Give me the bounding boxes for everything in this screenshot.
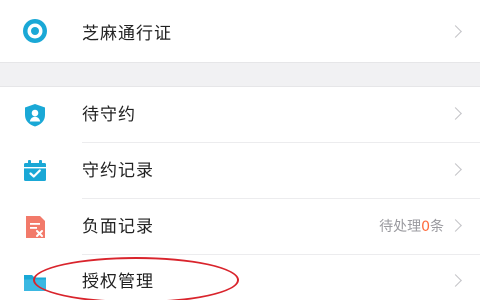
chevron-right-icon — [449, 107, 462, 120]
chevron-right-icon — [449, 163, 462, 176]
row-promise-records[interactable]: 守约记录 — [0, 143, 480, 199]
row-zhima-pass[interactable]: 芝麻通行证 — [0, 3, 480, 59]
pending-prefix: 待处理 — [379, 219, 422, 235]
shield-user-icon — [22, 102, 48, 128]
top-group: 芝麻通行证 — [0, 0, 480, 63]
row-negative-records[interactable]: 负面记录 待处理0条 — [0, 199, 480, 255]
row-pending-promise[interactable]: 待守约 — [0, 87, 480, 143]
row-label: 守约记录 — [82, 161, 154, 181]
pending-suffix: 条 — [430, 219, 444, 235]
pending-count: 0 — [421, 219, 430, 235]
row-label: 授权管理 — [82, 272, 154, 292]
pending-count-text: 待处理0条 — [379, 218, 444, 236]
zhima-pass-icon — [22, 18, 48, 44]
row-label: 芝麻通行证 — [82, 24, 172, 44]
row-label: 负面记录 — [82, 217, 154, 237]
row-label: 待守约 — [82, 105, 136, 125]
settings-screen: 芝麻通行证 待守约 守约记录 负面记录 待处理0条 授权管理 — [0, 0, 480, 300]
document-error-icon — [22, 214, 48, 240]
chevron-right-icon — [449, 25, 462, 38]
calendar-check-icon — [22, 158, 48, 184]
chevron-right-icon — [449, 274, 462, 287]
main-group: 待守约 守约记录 负面记录 待处理0条 授权管理 — [0, 86, 480, 300]
folder-icon — [22, 269, 48, 295]
row-authorization-management[interactable]: 授权管理 — [0, 255, 480, 300]
chevron-right-icon — [449, 219, 462, 232]
